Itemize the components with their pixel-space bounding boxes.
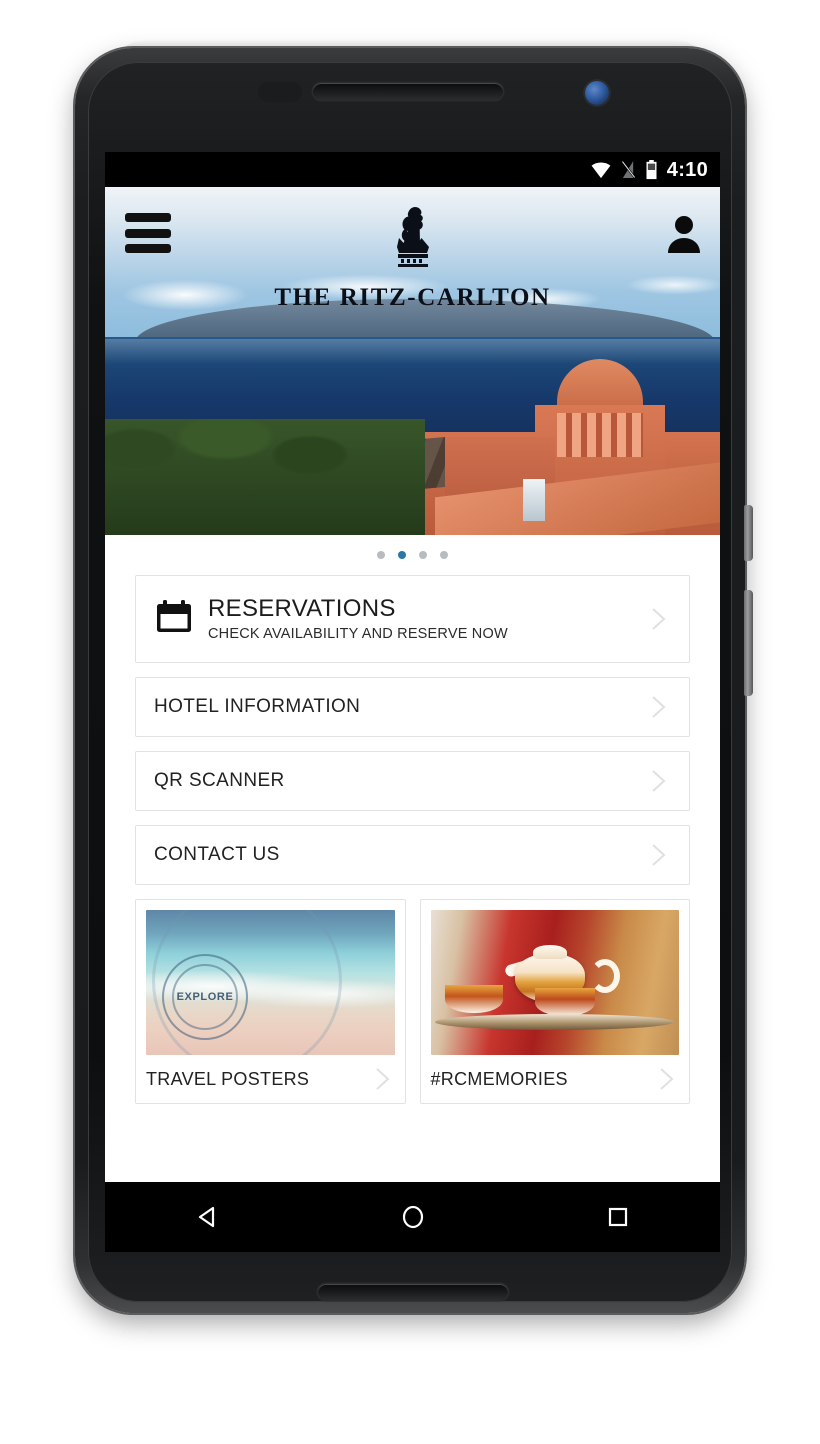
menu-list: RESERVATIONS CHECK AVAILABILITY AND RESE… (105, 575, 720, 885)
chevron-right-icon (369, 1066, 395, 1092)
rcmemories-label: #RCMEMORIES (430, 1068, 568, 1089)
reservations-text: RESERVATIONS CHECK AVAILABILITY AND RESE… (208, 596, 645, 641)
teacup-mid (534, 988, 595, 1017)
home-circle-icon[interactable] (386, 1190, 440, 1244)
qr-scanner-card[interactable]: QR SCANNER (135, 751, 690, 811)
chevron-right-icon (645, 842, 671, 868)
power-button[interactable] (744, 505, 753, 561)
resort-window (523, 479, 545, 521)
carousel-dot-3[interactable] (419, 551, 427, 559)
serving-tray (435, 1014, 675, 1031)
teapot-lid (532, 944, 567, 959)
chevron-right-icon (645, 694, 671, 720)
chevron-right-icon (653, 1066, 679, 1092)
carousel-dot-4[interactable] (440, 551, 448, 559)
travel-posters-image: EXPLORE (146, 910, 395, 1055)
battery-icon (645, 159, 658, 180)
hero-vegetation (105, 419, 425, 535)
hamburger-menu-icon[interactable] (125, 213, 171, 253)
contact-us-label: CONTACT US (154, 844, 280, 865)
front-camera (585, 81, 609, 105)
status-time: 4:10 (666, 158, 708, 181)
recents-square-icon[interactable] (591, 1190, 645, 1244)
reservations-title: RESERVATIONS (208, 595, 396, 623)
wifi-icon (590, 161, 612, 179)
hotel-information-card[interactable]: HOTEL INFORMATION (135, 677, 690, 737)
android-navigation-bar (105, 1182, 720, 1252)
travel-posters-tile[interactable]: EXPLORE TRAVEL POSTERS (135, 899, 406, 1104)
reservations-subtitle: CHECK AVAILABILITY AND RESERVE NOW (208, 625, 508, 642)
earpiece-speaker (313, 83, 503, 100)
proximity-sensor (258, 82, 302, 102)
teacup-left (445, 985, 504, 1014)
qr-scanner-label: QR SCANNER (154, 770, 285, 791)
profile-icon[interactable] (666, 213, 702, 253)
carousel-dots[interactable] (105, 535, 720, 575)
phone-screen: 4:10 THE RITZ-CARLTON RESERVATIONS CHECK… (105, 152, 720, 1252)
explore-stamp: EXPLORE (162, 954, 248, 1040)
hotel-information-label: HOTEL INFORMATION (154, 696, 361, 717)
feature-tiles: EXPLORE TRAVEL POSTERS #RCMEMORIES (105, 899, 720, 1104)
contact-us-card[interactable]: CONTACT US (135, 825, 690, 885)
rcmemories-tile[interactable]: #RCMEMORIES (419, 899, 690, 1104)
no-signal-icon (621, 160, 636, 179)
chevron-right-icon (645, 606, 671, 632)
status-bar: 4:10 (105, 152, 720, 187)
carousel-dot-2[interactable] (398, 551, 406, 559)
carousel-dot-1[interactable] (377, 551, 385, 559)
hero-ocean-highlight (105, 339, 720, 365)
volume-button[interactable] (744, 590, 753, 696)
rcmemories-label-row: #RCMEMORIES (431, 1055, 680, 1103)
travel-posters-label-row: TRAVEL POSTERS (146, 1055, 395, 1103)
travel-posters-label: TRAVEL POSTERS (146, 1068, 310, 1089)
resort-colonnade (557, 413, 643, 457)
chevron-right-icon (645, 768, 671, 794)
reservations-card[interactable]: RESERVATIONS CHECK AVAILABILITY AND RESE… (135, 575, 690, 663)
explore-stamp-label: EXPLORE (176, 991, 234, 1003)
back-triangle-icon[interactable] (181, 1190, 235, 1244)
hero-header (105, 187, 720, 297)
calendar-icon (154, 597, 194, 642)
bottom-speaker (318, 1284, 508, 1300)
hero-banner[interactable]: THE RITZ-CARLTON (105, 187, 720, 535)
rcmemories-image (430, 910, 679, 1055)
